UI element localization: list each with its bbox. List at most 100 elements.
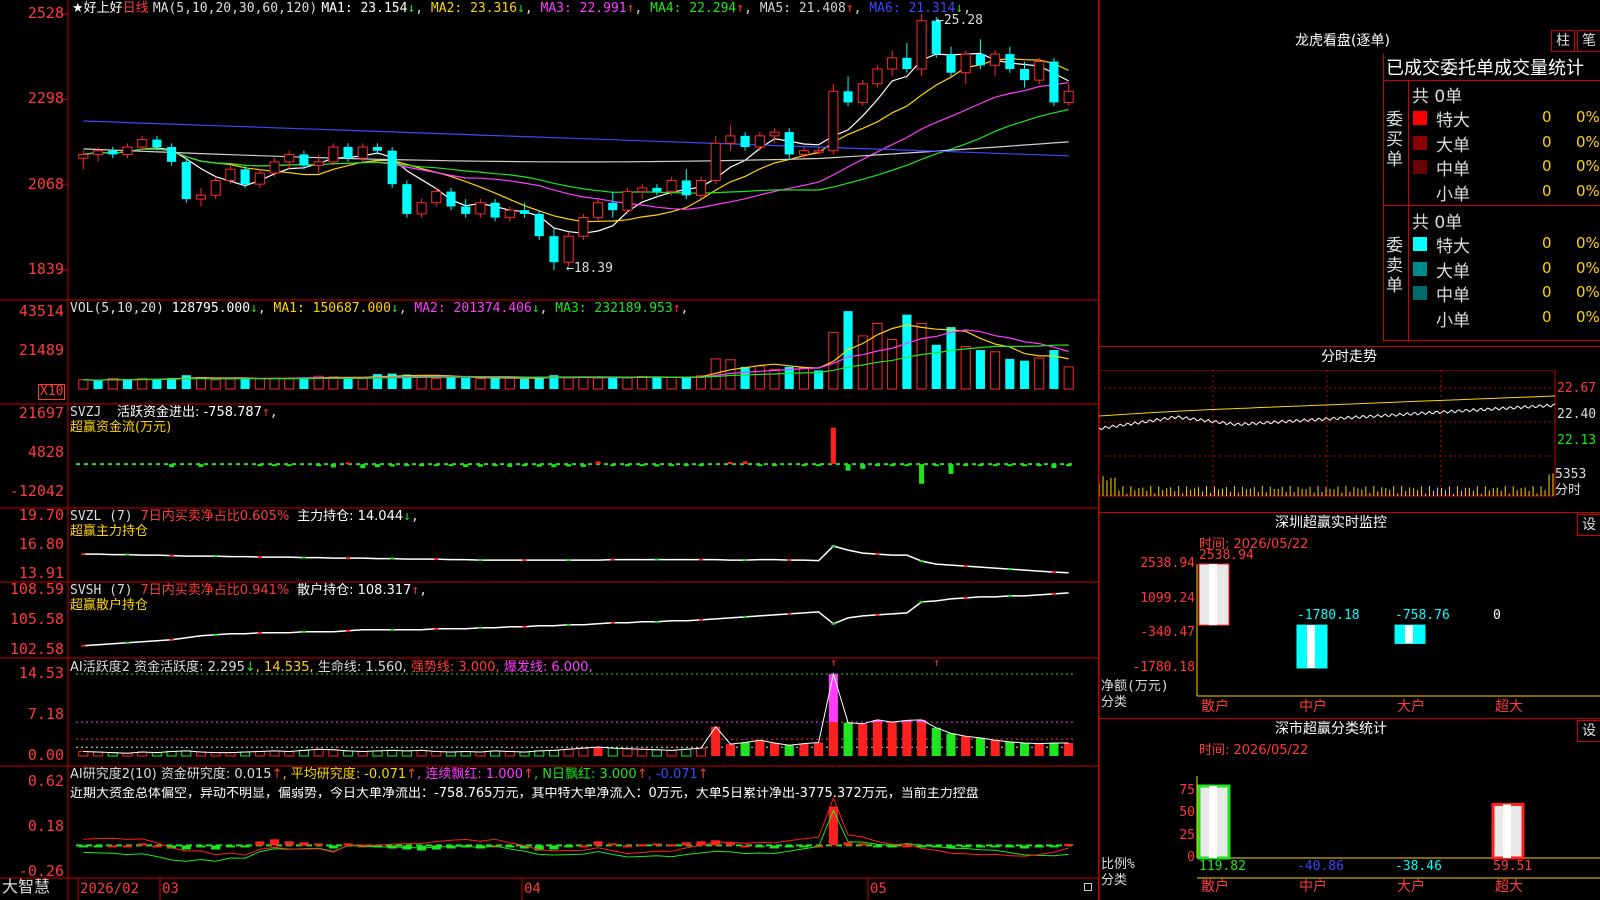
volume-tick-label: 21489 [18,340,64,359]
monitor-tick-label: -1780.18 [1132,660,1195,675]
activity-bar [755,740,765,756]
activity-bar [328,749,339,757]
flow-bar [551,464,557,468]
svsh-dot [478,626,483,629]
intraday-tick-label: 22.13 [1557,433,1597,448]
activity-bar [975,737,985,756]
order-percent: 0% [1576,234,1600,252]
activity-bar [372,750,383,757]
candle [299,154,309,166]
price-tick-label: 2068 [27,174,64,193]
tick-mode-button[interactable]: 笔 [1577,30,1600,52]
candle [328,146,339,163]
ma-label: MA1: [321,1,353,16]
svzl-dot [301,556,306,559]
separator: , [744,1,752,16]
order-count: 0 [1542,108,1552,126]
monitor-bar-highlight [1307,625,1315,668]
order-side-label: 委买单 [1386,110,1403,170]
order-color-swatch [1413,135,1427,150]
volume-bar [504,377,515,390]
research-bar [593,841,603,846]
svsh-dot [787,612,792,615]
flow-bar [389,464,395,467]
main-chart-canvas[interactable]: ↑ ↑ [0,0,1100,900]
ma-line-3 [83,82,1069,210]
order-stats-header: 已成交委托单成交量统计 [1386,58,1584,79]
monitor-settings-button[interactable]: 设 [1577,514,1600,536]
classify-category-label: 超大 [1495,879,1523,895]
candle [813,150,824,153]
vol-ma-arrow: ↓ [390,301,399,316]
ai-active-part: 资金活跃度: 2.295 [134,660,245,675]
flow-bar [963,464,969,467]
candle [284,153,295,163]
ma-value: 23.316 [462,1,518,16]
candle [843,91,853,103]
flow-bar [477,464,483,467]
volume-bar [960,346,971,390]
svsh-dot [831,622,836,625]
flow-bar [742,461,748,465]
price-tick-label: 1839 [27,260,64,278]
candle [372,147,383,151]
svsh-tick-label: 102.58 [9,640,64,658]
activity-bar [298,749,310,757]
favorite-star-icon[interactable]: ★ [72,1,84,16]
price-tick-label: 2528 [27,4,64,22]
svzl-dot [169,554,174,557]
svzj-tick-label: -12042 [9,482,64,500]
classify-category-label: 大户 [1397,879,1425,895]
classify-tick-label: 50 [1179,805,1195,820]
volume-bar [240,377,250,389]
monitor-y-label: 净额(万元) [1101,679,1169,694]
lock-icon[interactable] [1084,883,1092,891]
activity-bar [872,722,883,756]
svzl-dot [346,557,351,560]
flow-bar [330,464,336,468]
order-percent: 0% [1576,132,1600,151]
candle [167,147,177,162]
activity-bar [725,744,735,756]
volume-bar [1063,366,1074,390]
flow-bar [1066,464,1072,467]
candle [313,161,324,167]
candle [240,169,250,185]
ma-param-label: MA(5,10,20,30,60,120) [152,1,318,16]
activity-bar [1034,743,1044,756]
right-panel: 龙虎看盘(逐单) 柱 笔 已成交委托单成交量统计 委买单共 0单 特大 0 0% 大单 0… [1098,0,1600,900]
research-bar [1049,845,1059,848]
ma-arrow: ↑ [736,1,745,16]
flow-bar [595,461,601,465]
candle [122,146,133,155]
research-bar [755,845,765,848]
candle [608,202,618,211]
ma-label: MA4: [642,1,682,16]
bar-mode-button[interactable]: 柱 [1551,30,1575,52]
ma-arrow: ↑ [845,1,854,16]
order-total: 共 0单 [1412,87,1463,107]
research-line [83,797,1069,857]
signal-arrow: ↑ [830,656,837,669]
flow-bar [316,464,322,467]
volume-bar [1034,357,1045,390]
svsh-dot [390,628,395,631]
separator: , [398,301,415,316]
activity-bar [563,748,574,757]
order-count: 0 [1542,157,1552,175]
stock-name[interactable]: 好上好 [84,1,123,16]
separator: , [524,1,533,16]
svsh-dot [963,596,968,599]
flow-bar [830,427,836,465]
order-size-label: 中单 [1436,160,1470,180]
svzj-title: SVZJ 活跃资金进出: -758.787↑, [70,405,278,420]
order-count: 0 [1542,132,1552,151]
time-axis-label: 2026/02 [80,881,140,897]
activity-bar [357,750,368,757]
flow-bar [360,464,366,469]
volume-bar [1019,360,1030,389]
flow-bar [904,464,910,467]
period-label[interactable]: 日线 [123,1,149,16]
vol-ma-value: 150687.000 [304,301,391,316]
intraday-chart[interactable] [1099,370,1600,530]
